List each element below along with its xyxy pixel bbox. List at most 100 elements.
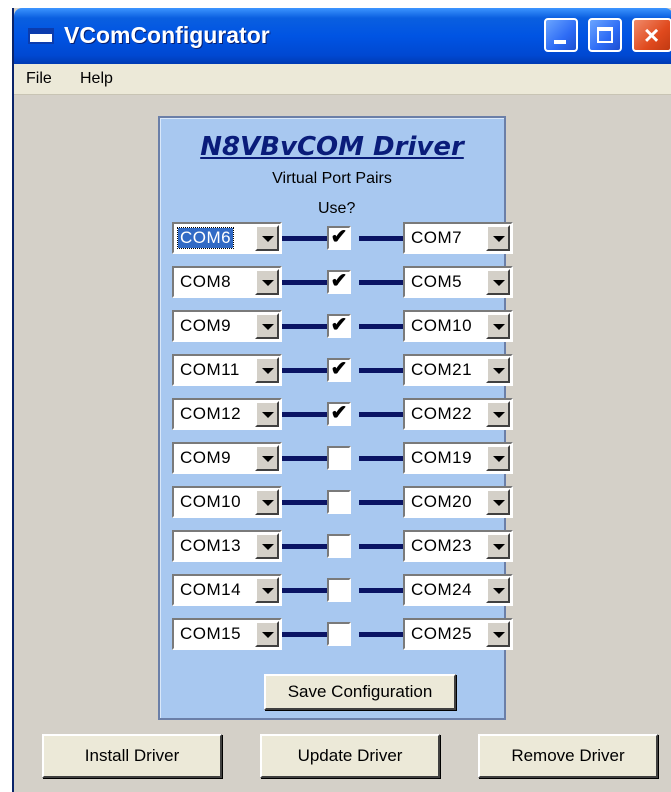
connector-line [359,324,403,329]
use-checkbox[interactable]: ✔ [327,402,351,426]
chevron-down-icon[interactable] [255,357,279,383]
left-port-value: COM11 [180,360,240,379]
remove-driver-button[interactable]: Remove Driver [478,734,658,778]
right-port-select[interactable]: COM23 [403,530,513,562]
save-configuration-button[interactable]: Save Configuration [264,674,456,710]
connector-line [282,236,327,241]
driver-title: N8VBvCOM Driver [200,132,464,162]
chevron-down-icon[interactable] [255,489,279,515]
menu-bar: File Help [14,64,671,95]
use-checkbox[interactable] [327,622,351,646]
chevron-down-icon[interactable] [486,577,510,603]
connector-line [359,544,403,549]
title-bar[interactable]: VComConfigurator × [14,8,671,64]
maximize-icon [597,27,613,43]
chevron-down-icon[interactable] [486,401,510,427]
left-port-select[interactable]: COM9 [172,442,282,474]
use-checkbox[interactable] [327,578,351,602]
maximize-button[interactable] [588,18,622,52]
connector-line [359,236,403,241]
chevron-down-icon[interactable] [486,621,510,647]
use-checkbox[interactable] [327,534,351,558]
window-title: VComConfigurator [64,22,270,48]
port-pair-row: COM9 ✔ COM10 [160,310,513,342]
use-checkbox[interactable]: ✔ [327,270,351,294]
right-port-select[interactable]: COM5 [403,266,513,298]
use-checkbox[interactable]: ✔ [327,358,351,382]
chevron-down-icon[interactable] [486,357,510,383]
right-port-select[interactable]: COM21 [403,354,513,386]
left-port-select[interactable]: COM9 [172,310,282,342]
right-port-select[interactable]: COM7 [403,222,513,254]
chevron-down-icon[interactable] [255,401,279,427]
chevron-down-icon[interactable] [255,225,279,251]
connector-line [282,280,327,285]
right-port-select[interactable]: COM22 [403,398,513,430]
menu-file[interactable]: File [26,70,52,88]
use-checkbox[interactable] [327,446,351,470]
left-port-value: COM14 [180,580,242,599]
left-port-value: COM8 [180,272,232,291]
left-port-value: COM12 [180,404,242,423]
chevron-down-icon[interactable] [486,533,510,559]
right-port-select[interactable]: COM24 [403,574,513,606]
chevron-down-icon[interactable] [486,269,510,295]
left-port-value: COM13 [180,536,242,555]
connector-line [282,632,327,637]
left-port-value: COM9 [180,448,232,467]
minimize-button[interactable] [544,18,578,52]
right-port-select[interactable]: COM10 [403,310,513,342]
left-port-select[interactable]: COM13 [172,530,282,562]
chevron-down-icon[interactable] [486,445,510,471]
app-window-icon [28,28,54,44]
right-port-value: COM21 [411,360,473,379]
connector-line [282,588,327,593]
chevron-down-icon[interactable] [255,533,279,559]
chevron-down-icon[interactable] [255,621,279,647]
chevron-down-icon[interactable] [486,225,510,251]
chevron-down-icon[interactable] [255,313,279,339]
connector-line [282,324,327,329]
update-driver-button[interactable]: Update Driver [260,734,440,778]
left-port-select[interactable]: COM10 [172,486,282,518]
right-port-select[interactable]: COM19 [403,442,513,474]
use-checkbox[interactable]: ✔ [327,226,351,250]
left-port-select[interactable]: COM8 [172,266,282,298]
left-port-value: COM15 [180,624,242,643]
use-checkbox[interactable]: ✔ [327,314,351,338]
right-port-select[interactable]: COM25 [403,618,513,650]
left-port-value: COM10 [180,492,242,511]
left-port-select[interactable]: COM14 [172,574,282,606]
install-driver-button[interactable]: Install Driver [42,734,222,778]
right-port-value: COM19 [411,448,473,467]
chevron-down-icon[interactable] [255,577,279,603]
minimize-icon [554,40,566,44]
use-checkbox[interactable] [327,490,351,514]
connector-line [359,632,403,637]
port-pair-row: COM11 ✔ COM21 [160,354,513,386]
menu-help[interactable]: Help [80,70,113,88]
right-port-value: COM22 [411,404,473,423]
use-column-label: Use? [318,200,356,217]
left-port-select[interactable]: COM6 [172,222,282,254]
connector-line [359,280,403,285]
connector-line [359,588,403,593]
port-config-panel: N8VBvCOM Driver Virtual Port Pairs Use? … [158,116,513,720]
left-port-value: COM9 [180,316,232,335]
connector-line [359,368,403,373]
right-port-select[interactable]: COM20 [403,486,513,518]
right-port-value: COM5 [411,272,463,291]
chevron-down-icon[interactable] [255,445,279,471]
app-window: VComConfigurator × File Help N8VBvCOM Dr… [12,8,671,792]
left-port-select[interactable]: COM15 [172,618,282,650]
chevron-down-icon[interactable] [255,269,279,295]
close-button[interactable]: × [632,18,671,52]
chevron-down-icon[interactable] [486,489,510,515]
left-port-select[interactable]: COM12 [172,398,282,430]
chevron-down-icon[interactable] [486,313,510,339]
connector-line [359,500,403,505]
right-port-value: COM25 [411,624,473,643]
port-pair-row: COM12 ✔ COM22 [160,398,513,430]
port-pair-row: COM14 COM24 [160,574,513,606]
left-port-select[interactable]: COM11 [172,354,282,386]
